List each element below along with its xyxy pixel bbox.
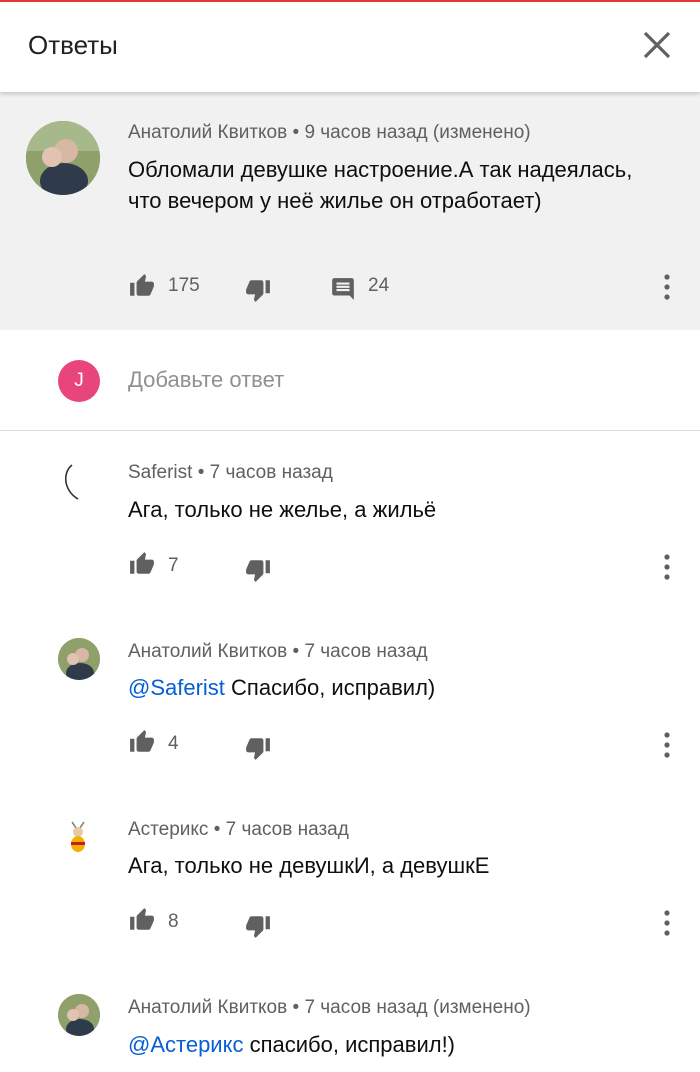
comment-author[interactable]: Saferist	[128, 462, 192, 483]
meta-separator: •	[292, 641, 305, 662]
avatar[interactable]	[26, 121, 100, 195]
more-options-icon[interactable]	[663, 553, 671, 581]
comment-author[interactable]: Астерикс	[128, 819, 208, 840]
comment-time: 7 часов назад	[209, 462, 333, 483]
comment-text: Обломали девушке настроение.А так надеял…	[128, 157, 633, 213]
comment-author[interactable]: Анатолий Квитков	[128, 122, 287, 143]
comment-text: Ага, только не девушкИ, а девушкЕ	[128, 850, 668, 881]
comment-author[interactable]: Анатолий Квитков	[128, 641, 287, 662]
replies-header: Ответы	[0, 2, 700, 92]
reply-input[interactable]: Добавьте ответ	[128, 367, 284, 393]
meta-separator: •	[292, 122, 305, 143]
avatar[interactable]: J	[58, 360, 100, 402]
meta-separator: •	[213, 819, 226, 840]
avatar[interactable]	[58, 638, 100, 680]
like-icon[interactable]	[128, 273, 156, 299]
comment-time: 7 часов назад	[225, 819, 349, 840]
like-count: 4	[168, 733, 179, 754]
comment-body: Ага, только не девушкИ, а девушкЕ	[128, 853, 490, 878]
comment-body: Ага, только не желье, а жильё	[128, 497, 437, 522]
dislike-icon[interactable]	[244, 735, 272, 761]
mention-link[interactable]: @Saferist	[128, 675, 225, 700]
like-count: 175	[168, 275, 200, 296]
like-icon[interactable]	[128, 907, 156, 933]
like-icon[interactable]	[128, 551, 156, 577]
comment-author[interactable]: Анатолий Квитков	[128, 997, 287, 1018]
like-count: 7	[168, 555, 179, 576]
add-reply-row: J Добавьте ответ	[0, 330, 700, 431]
comment-text: @Астерикс спасибо, исправил!)	[128, 1029, 668, 1060]
more-options-icon[interactable]	[663, 909, 671, 937]
mention-link[interactable]: @Астерикс	[128, 1032, 243, 1057]
dislike-icon[interactable]	[244, 277, 272, 303]
meta-separator: •	[292, 997, 305, 1018]
avatar[interactable]	[58, 994, 100, 1036]
avatar[interactable]	[58, 816, 100, 858]
comment-time: 7 часов назад (изменено)	[304, 997, 531, 1018]
dislike-icon[interactable]	[244, 913, 272, 939]
comment-text: @Saferist Спасибо, исправил)	[128, 672, 668, 703]
comment-body: спасибо, исправил!)	[243, 1032, 456, 1057]
reply-icon[interactable]	[330, 276, 356, 302]
avatar[interactable]	[58, 459, 100, 501]
reply-count: 24	[368, 275, 390, 296]
like-count: 8	[168, 911, 179, 932]
comment-text: Ага, только не желье, а жильё	[128, 494, 668, 525]
like-icon[interactable]	[128, 729, 156, 755]
dislike-icon[interactable]	[244, 557, 272, 583]
more-options-icon[interactable]	[663, 273, 671, 301]
comment-body: Спасибо, исправил)	[224, 675, 436, 700]
meta-separator: •	[197, 462, 210, 483]
comment-time: 7 часов назад	[304, 641, 428, 662]
page-title: Ответы	[28, 30, 118, 60]
more-options-icon[interactable]	[663, 731, 671, 759]
comment-time: 9 часов назад (изменено)	[304, 122, 531, 143]
parent-comment: Анатолий Квитков • 9 часов назад (измене…	[0, 92, 700, 330]
close-icon[interactable]	[636, 24, 678, 66]
